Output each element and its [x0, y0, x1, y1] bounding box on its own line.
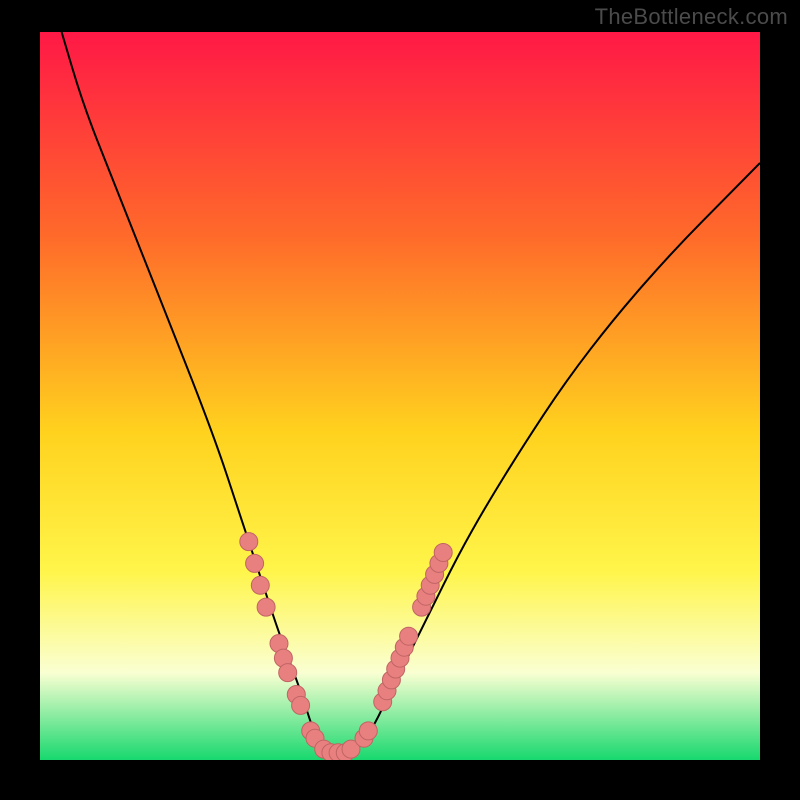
- marker-dot: [400, 627, 418, 645]
- watermark-text: TheBottleneck.com: [595, 4, 788, 30]
- marker-dot: [292, 696, 310, 714]
- bottleneck-chart: [40, 32, 760, 760]
- marker-dot: [257, 598, 275, 616]
- marker-dot: [359, 722, 377, 740]
- marker-dot: [434, 544, 452, 562]
- plot-area: [40, 32, 760, 760]
- marker-dot: [279, 664, 297, 682]
- marker-dot: [251, 576, 269, 594]
- marker-dot: [240, 533, 258, 551]
- chart-frame: TheBottleneck.com: [0, 0, 800, 800]
- marker-dot: [246, 554, 264, 572]
